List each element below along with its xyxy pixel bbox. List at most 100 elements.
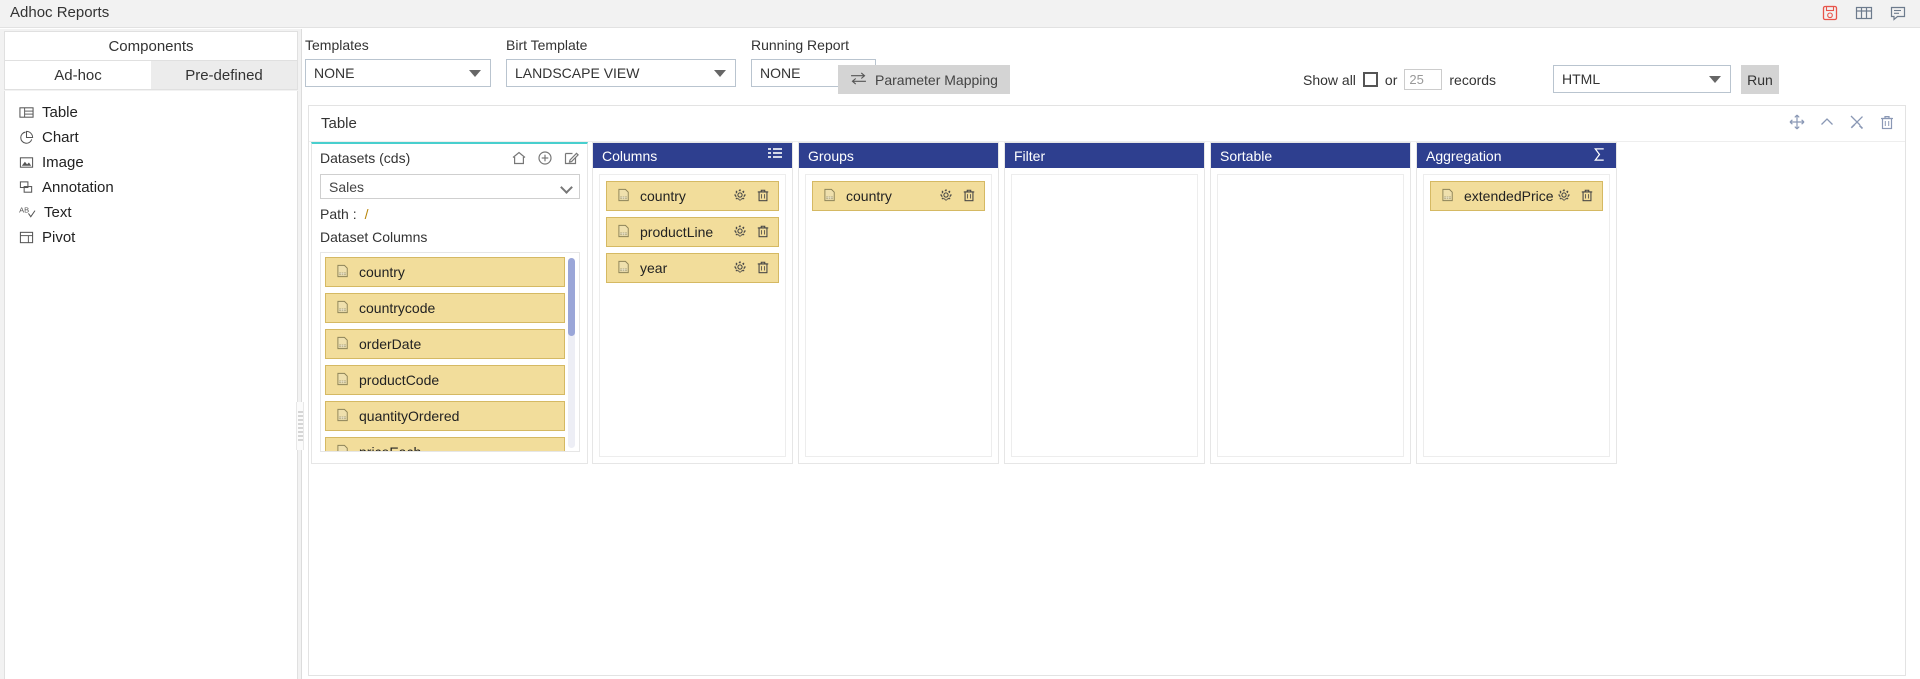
field-chip[interactable]: year (606, 253, 779, 283)
builder-panels: Datasets (cds) Sales Path: / Dataset Co… (309, 142, 1905, 472)
dataset-columns-scrollbar[interactable] (568, 258, 575, 448)
dataset-select[interactable]: Sales (320, 174, 580, 199)
panel-body[interactable]: country (805, 174, 992, 457)
show-all-label: Show all (1303, 71, 1356, 88)
dataset-column-chip[interactable]: orderDate (325, 329, 565, 359)
output-format-select[interactable]: HTML (1553, 65, 1731, 93)
records-input[interactable] (1404, 69, 1443, 90)
table-card-title: Table (321, 115, 357, 132)
main-area: Templates NONE Birt Template LANDSCAPE V… (303, 29, 1920, 679)
datasets-header-icons (511, 150, 579, 171)
field-chip-actions (939, 188, 976, 205)
sidebar-item-pivot[interactable]: Pivot (5, 225, 297, 250)
delete-trash-icon[interactable] (756, 224, 770, 241)
page-title: Adhoc Reports (10, 4, 110, 21)
panel-header: Filter (1005, 143, 1204, 168)
field-chip[interactable]: country (606, 181, 779, 211)
datasets-header: Datasets (cds) (312, 144, 587, 174)
tab-ad-hoc[interactable]: Ad-hoc (5, 61, 151, 89)
sidebar-splitter-handle[interactable] (294, 400, 306, 452)
annotation-icon (19, 180, 34, 195)
dataset-columns-list: country countrycode orderDate productCode qu… (320, 252, 580, 452)
add-circle-icon[interactable] (537, 150, 553, 171)
panel-body[interactable] (1011, 174, 1198, 457)
grid-view-icon[interactable] (1854, 3, 1874, 23)
or-label: or (1384, 71, 1398, 88)
chevron-down-icon (560, 181, 573, 194)
dataset-field-icon (336, 444, 351, 451)
delete-trash-icon[interactable] (1879, 114, 1895, 135)
dataset-field-icon (336, 372, 351, 389)
scrollbar-thumb[interactable] (568, 258, 575, 336)
delete-trash-icon[interactable] (1580, 188, 1594, 205)
panel-body[interactable]: country productLine year (599, 174, 786, 457)
panel-body[interactable] (1217, 174, 1404, 457)
table-card-tools (1789, 114, 1895, 135)
dataset-column-label: productCode (359, 372, 440, 388)
field-chip[interactable]: country (812, 181, 985, 211)
panel-groups: Groups country (798, 142, 999, 464)
settings-gear-icon[interactable] (939, 188, 953, 205)
panel-body[interactable]: extendedPrice (1423, 174, 1610, 457)
settings-gear-icon[interactable] (733, 224, 747, 241)
sidebar-item-label: Chart (42, 129, 79, 146)
dataset-column-chip[interactable]: countrycode (325, 293, 565, 323)
settings-gear-icon[interactable] (733, 260, 747, 277)
delete-trash-icon[interactable] (756, 188, 770, 205)
image-icon (19, 155, 34, 170)
save-report-icon[interactable] (1820, 3, 1840, 23)
collapse-chevron-up-icon[interactable] (1819, 114, 1835, 135)
pie-chart-icon (19, 130, 34, 145)
sigma-icon[interactable] (1592, 147, 1607, 167)
templates-value: NONE (314, 65, 355, 81)
output-format-value: HTML (1562, 71, 1601, 87)
field-chip-label: extendedPrice (1464, 188, 1554, 204)
parameter-mapping-button[interactable]: Parameter Mapping (838, 65, 1010, 94)
templates-select[interactable]: NONE (305, 59, 491, 87)
sidebar-item-label: Table (42, 104, 78, 121)
panel-title: Columns (602, 147, 658, 164)
dataset-field-icon (617, 260, 632, 277)
panel-columns: Columns country productLine year (592, 142, 793, 464)
dataset-column-chip[interactable]: productCode (325, 365, 565, 395)
birt-template-field: Birt Template LANDSCAPE VIEW (506, 37, 736, 87)
dataset-column-chip[interactable]: priceEach (325, 437, 565, 451)
sidebar-item-text[interactable]: AB Text (5, 200, 297, 225)
delete-trash-icon[interactable] (756, 260, 770, 277)
table-icon (19, 105, 34, 120)
home-icon[interactable] (511, 150, 527, 171)
top-bar-icon-group (1820, 3, 1908, 23)
field-chip-actions (1557, 188, 1594, 205)
settings-gear-icon[interactable] (733, 188, 747, 205)
tab-pre-defined[interactable]: Pre-defined (151, 61, 297, 89)
settings-tools-icon[interactable] (1849, 114, 1865, 135)
run-button[interactable]: Run (1741, 65, 1779, 94)
field-chip[interactable]: productLine (606, 217, 779, 247)
panel-header: Columns (593, 143, 792, 168)
dataset-column-label: orderDate (359, 336, 422, 352)
sidebar-item-annotation[interactable]: Annotation (5, 175, 297, 200)
birt-template-select[interactable]: LANDSCAPE VIEW (506, 59, 736, 87)
chevron-down-icon (469, 70, 481, 77)
edit-icon[interactable] (563, 150, 579, 171)
move-icon[interactable] (1789, 114, 1805, 135)
sidebar-item-chart[interactable]: Chart (5, 125, 297, 150)
comment-icon[interactable] (1888, 3, 1908, 23)
delete-trash-icon[interactable] (962, 188, 976, 205)
dataset-columns-label: Dataset Columns (320, 229, 428, 245)
show-all-checkbox[interactable] (1362, 72, 1378, 87)
sidebar-item-image[interactable]: Image (5, 150, 297, 175)
pivot-icon (19, 230, 34, 245)
records-label: records (1449, 71, 1497, 88)
dataset-field-icon (1441, 188, 1456, 205)
list-lines-icon[interactable] (767, 147, 783, 166)
panel-title: Filter (1014, 147, 1046, 164)
dataset-column-chip[interactable]: quantityOrdered (325, 401, 565, 431)
field-chip[interactable]: extendedPrice (1430, 181, 1603, 211)
dataset-field-icon (336, 264, 351, 281)
panel-sortable: Sortable (1210, 142, 1411, 464)
dataset-column-chip[interactable]: country (325, 257, 565, 287)
settings-gear-icon[interactable] (1557, 188, 1571, 205)
sidebar-item-table[interactable]: Table (5, 100, 297, 125)
birt-template-value: LANDSCAPE VIEW (515, 65, 640, 81)
